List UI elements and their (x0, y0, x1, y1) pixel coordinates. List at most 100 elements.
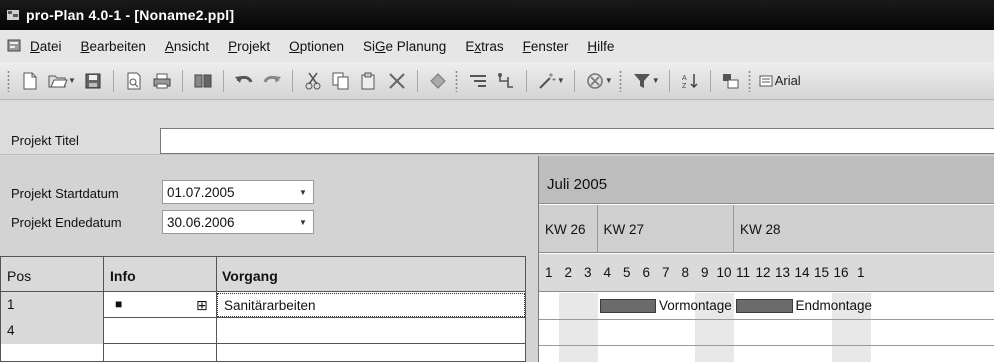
day-label: 10 (716, 265, 732, 280)
table-row[interactable]: 1 ■ ⊞ Sanitärarbeiten (1, 292, 525, 318)
week-label: KW 28 (740, 222, 781, 237)
weekend-column (558, 293, 578, 362)
menu-optionen[interactable]: Optionen (289, 39, 344, 54)
toolbar-separator (291, 69, 293, 92)
document-menu-icon[interactable] (6, 38, 22, 54)
undo-icon[interactable] (233, 69, 255, 93)
toolbar-grip[interactable] (454, 69, 458, 92)
book-icon[interactable] (192, 69, 214, 93)
stop-dropdown-icon[interactable]: ▼ (605, 76, 613, 85)
day-label: 3 (584, 265, 592, 280)
delete-icon[interactable] (386, 69, 408, 93)
copy-icon[interactable] (330, 69, 352, 93)
menu-bar: Datei Bearbeiten Ansicht Projekt Optione… (0, 30, 994, 62)
paste-icon[interactable] (358, 69, 380, 93)
font-selector[interactable]: Arial (759, 73, 801, 88)
toolbar-separator (668, 69, 670, 92)
row-divider (539, 319, 994, 320)
weekend-column (578, 293, 598, 362)
print-icon[interactable] (151, 69, 173, 93)
link-tasks-icon[interactable] (495, 69, 517, 93)
end-date-value: 30.06.2006 (167, 215, 235, 230)
info-marker-icon: ■ (115, 297, 123, 311)
svg-text:A: A (682, 75, 687, 82)
filter-dropdown-icon[interactable]: ▼ (652, 76, 660, 85)
stop-icon[interactable] (584, 69, 606, 93)
save-icon[interactable] (82, 69, 104, 93)
toolbar-separator (573, 69, 575, 92)
toolbar-separator (222, 69, 224, 92)
wand-icon[interactable] (536, 69, 558, 93)
week-label: KW 26 (545, 222, 586, 237)
task-bar[interactable] (736, 299, 793, 313)
menu-bearbeiten[interactable]: Bearbeiten (81, 39, 146, 54)
day-label: 14 (794, 265, 810, 280)
wand-dropdown-icon[interactable]: ▼ (557, 76, 565, 85)
cut-icon[interactable] (302, 69, 324, 93)
toolbar-separator (709, 69, 711, 92)
toolbar-separator (112, 69, 114, 92)
font-icon (759, 75, 773, 86)
toolbar-separator (416, 69, 418, 92)
day-label: 12 (755, 265, 771, 280)
day-label: 1 (857, 265, 865, 280)
menu-ansicht[interactable]: Ansicht (165, 39, 209, 54)
week-label: KW 27 (603, 222, 645, 237)
toolbar-grip[interactable] (618, 69, 622, 92)
toolbar-separator (525, 69, 527, 92)
start-date-field[interactable]: 01.07.2005 ▼ (162, 180, 314, 204)
toolbar-grip[interactable] (747, 69, 751, 92)
table-row[interactable]: 4 (1, 318, 525, 344)
start-date-value: 01.07.2005 (167, 185, 235, 200)
redo-icon[interactable] (261, 69, 283, 93)
month-header: Juli 2005 (539, 156, 994, 204)
menu-datei[interactable]: Datei (30, 39, 62, 54)
menu-sige-planung[interactable]: SiGe Planung (363, 39, 446, 54)
gantt-body: Vormontage Endmontage (539, 293, 994, 362)
menu-extras[interactable]: Extras (465, 39, 503, 54)
new-file-icon[interactable] (19, 69, 41, 93)
project-title-input[interactable] (160, 128, 994, 154)
vorgang-cell[interactable]: Sanitärarbeiten (217, 293, 525, 317)
column-header-pos[interactable]: Pos (7, 268, 31, 284)
project-title-label: Projekt Titel (11, 133, 79, 148)
expand-icon[interactable]: ⊞ (196, 292, 208, 318)
task-bar[interactable] (599, 299, 656, 313)
menu-fenster[interactable]: Fenster (523, 39, 569, 54)
day-label: 9 (701, 265, 709, 280)
menu-projekt[interactable]: Projekt (228, 39, 270, 54)
column-header-info[interactable]: Info (110, 268, 136, 284)
open-dropdown-icon[interactable]: ▼ (68, 76, 76, 85)
milestone-icon[interactable] (427, 69, 449, 93)
week-divider (733, 205, 734, 253)
sort-icon[interactable]: AZ (679, 69, 701, 93)
window-title: pro-Plan 4.0-1 - [Noname2.ppl] (26, 7, 235, 23)
day-label: 16 (833, 265, 849, 280)
row-pos: 1 (1, 292, 103, 318)
chevron-down-icon[interactable]: ▼ (293, 181, 313, 203)
vorgang-cell[interactable] (217, 318, 223, 344)
gantt-chart: Juli 2005 KW 26 KW 27 KW 28 1 2 3 4 5 6 7 8 9 10 11 1… (538, 156, 994, 362)
toolbar-separator (181, 69, 183, 92)
app-icon (6, 8, 20, 22)
filter-icon[interactable] (631, 69, 653, 93)
row-divider (539, 345, 994, 346)
toolbar-grip[interactable] (7, 69, 10, 92)
chevron-down-icon[interactable]: ▼ (293, 211, 313, 233)
end-date-label: Projekt Endedatum (11, 215, 122, 230)
day-label: 1 (545, 265, 553, 280)
svg-text:Z: Z (682, 83, 687, 90)
day-label: 4 (603, 265, 612, 280)
columns-icon[interactable] (720, 69, 742, 93)
day-label: 6 (642, 265, 651, 280)
end-date-field[interactable]: 30.06.2006 ▼ (162, 210, 314, 234)
print-preview-icon[interactable] (123, 69, 145, 93)
column-header-vorgang[interactable]: Vorgang (222, 268, 278, 284)
day-header-row: 1 2 3 4 5 6 7 8 9 10 11 12 13 14 15 16 1 (539, 254, 994, 292)
indent-icon[interactable] (467, 69, 489, 93)
task-bar-label: Vormontage (659, 298, 732, 313)
menu-hilfe[interactable]: Hilfe (587, 39, 614, 54)
open-file-icon[interactable] (47, 69, 69, 93)
row-pos: 4 (1, 318, 103, 344)
week-header-row: KW 26 KW 27 KW 28 (539, 205, 994, 253)
